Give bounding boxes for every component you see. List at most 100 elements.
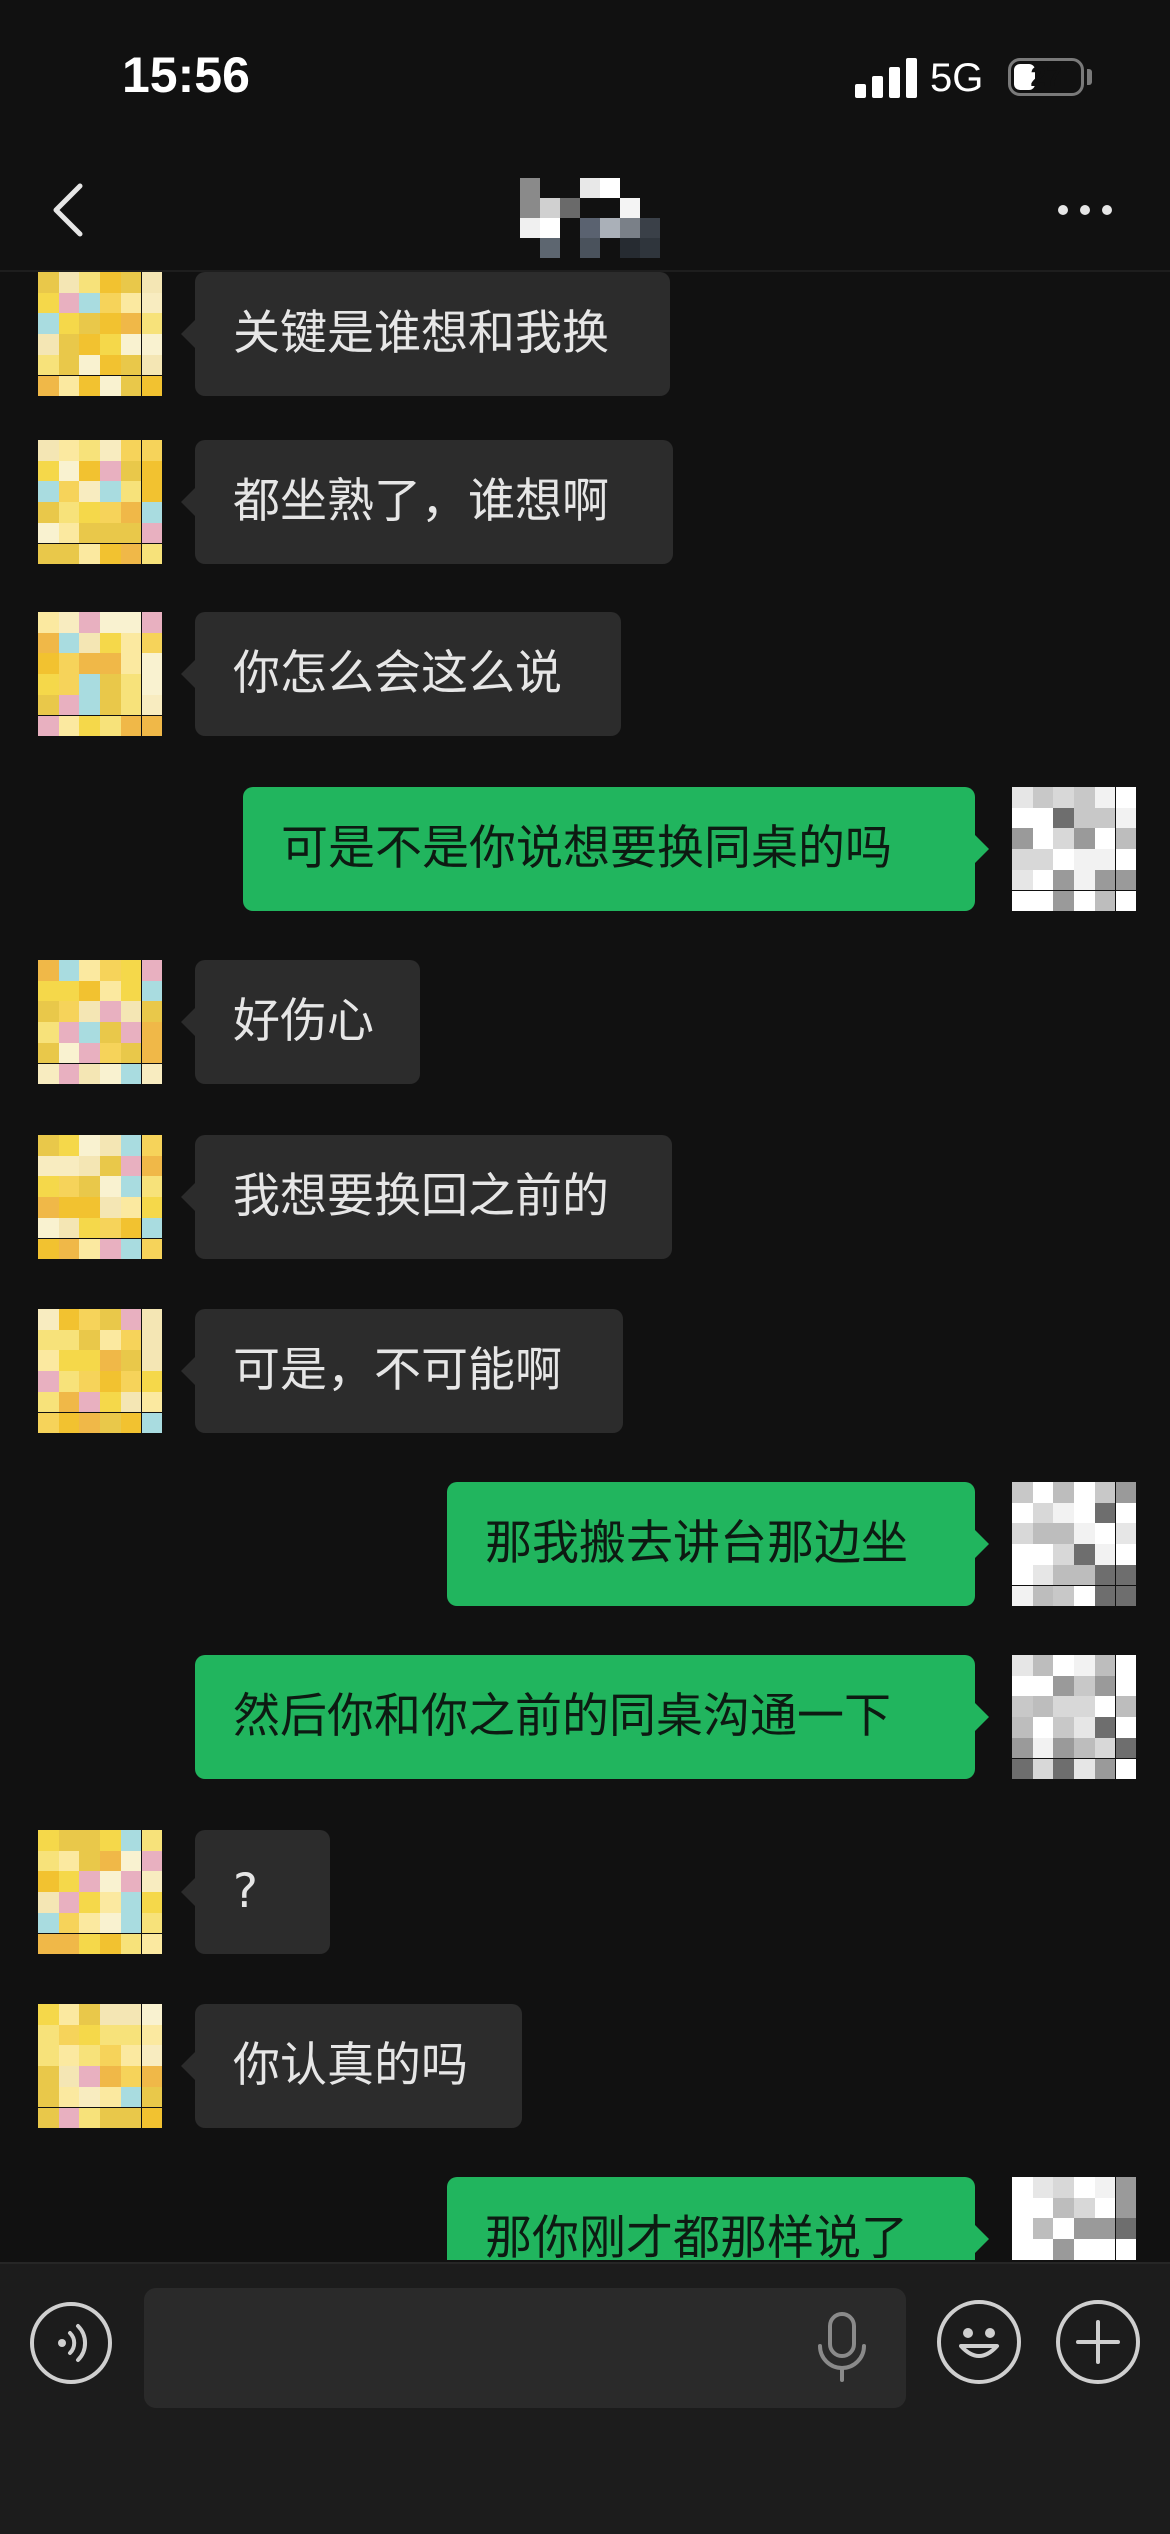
avatar-pixel xyxy=(59,2108,80,2129)
avatar-pixel xyxy=(79,293,100,314)
avatar-pixel xyxy=(79,1197,100,1218)
avatar-pixel xyxy=(59,461,80,482)
avatar-pixel xyxy=(142,481,163,502)
message-row: 那你刚才都那样说了 xyxy=(0,2177,1170,2260)
voice-mode-icon[interactable] xyxy=(30,2302,112,2384)
avatar-pixel xyxy=(38,2108,59,2129)
message-bubble[interactable]: 好伤心 xyxy=(195,960,420,1084)
message-bubble[interactable]: 你怎么会这么说 xyxy=(195,612,621,736)
message-bubble[interactable]: 都坐熟了，谁想啊 xyxy=(195,440,673,564)
avatar-pixel xyxy=(142,502,163,523)
avatar-pixel xyxy=(59,355,80,376)
avatar-pixel xyxy=(121,1156,142,1177)
chevron-left-icon[interactable] xyxy=(44,180,92,240)
avatar-pixel xyxy=(38,293,59,314)
avatar-pixel xyxy=(121,313,142,334)
avatar-pixel xyxy=(38,461,59,482)
avatar-pixel xyxy=(59,633,80,654)
avatar-pixel xyxy=(1012,1482,1033,1503)
avatar-pixel xyxy=(1033,870,1054,891)
avatar-pixel xyxy=(79,1413,100,1434)
message-bubble[interactable]: 关键是谁想和我换 xyxy=(195,272,670,396)
avatar-pixel xyxy=(100,1330,121,1351)
message-bubble[interactable]: ? xyxy=(195,1830,330,1954)
contact-avatar[interactable] xyxy=(38,440,162,564)
my-avatar[interactable] xyxy=(1012,787,1136,911)
avatar-pixel xyxy=(142,523,163,544)
avatar-pixel xyxy=(38,313,59,334)
avatar-pixel xyxy=(100,1176,121,1197)
avatar-pixel xyxy=(1116,787,1137,808)
microphone-icon[interactable] xyxy=(812,2310,872,2386)
avatar-pixel xyxy=(142,2025,163,2046)
avatar-pixel xyxy=(1053,787,1074,808)
avatar-pixel xyxy=(59,612,80,633)
my-avatar[interactable] xyxy=(1012,2177,1136,2260)
avatar-pixel xyxy=(100,440,121,461)
message-bubble[interactable]: 我想要换回之前的 xyxy=(195,1135,672,1259)
avatar-pixel xyxy=(59,272,80,293)
avatar-pixel xyxy=(142,1371,163,1392)
avatar-pixel xyxy=(38,1001,59,1022)
avatar-pixel xyxy=(1033,849,1054,870)
contact-avatar[interactable] xyxy=(38,612,162,736)
avatar-pixel xyxy=(59,523,80,544)
message-row: 可是，不可能啊 xyxy=(0,1309,1170,1459)
message-bubble[interactable]: 那你刚才都那样说了 xyxy=(447,2177,975,2260)
plus-icon[interactable] xyxy=(1056,2300,1140,2384)
avatar-pixel xyxy=(79,1913,100,1934)
avatar-pixel xyxy=(1012,849,1033,870)
contact-avatar[interactable] xyxy=(38,960,162,1084)
message-bubble[interactable]: 可是不是你说想要换同桌的吗 xyxy=(243,787,975,911)
avatar-pixel xyxy=(38,481,59,502)
contact-avatar[interactable] xyxy=(38,2004,162,2128)
avatar-pixel xyxy=(38,2087,59,2108)
my-avatar[interactable] xyxy=(1012,1655,1136,1779)
message-row: 好伤心 xyxy=(0,960,1170,1110)
message-bubble[interactable]: 那我搬去讲台那边坐 xyxy=(447,1482,975,1606)
avatar-pixel xyxy=(1012,808,1033,829)
contact-avatar[interactable] xyxy=(38,1135,162,1259)
avatar-pixel xyxy=(59,1156,80,1177)
contact-avatar[interactable] xyxy=(38,1309,162,1433)
message-bubble[interactable]: 可是，不可能啊 xyxy=(195,1309,623,1433)
avatar-pixel xyxy=(121,1218,142,1239)
avatar-pixel xyxy=(1074,891,1095,912)
avatar-pixel xyxy=(1033,1544,1054,1565)
avatar-pixel xyxy=(121,1239,142,1260)
avatar-pixel xyxy=(79,2108,100,2129)
avatar-pixel xyxy=(142,1197,163,1218)
avatar-pixel xyxy=(79,376,100,397)
message-list[interactable]: 关键是谁想和我换 都坐熟了，谁想啊 你怎么会这么说 可是不是你说想要换同桌的吗 … xyxy=(0,272,1170,2260)
avatar-pixel xyxy=(1074,1482,1095,1503)
emoji-icon[interactable] xyxy=(937,2300,1021,2384)
message-bubble[interactable]: 你认真的吗 xyxy=(195,2004,522,2128)
avatar-pixel xyxy=(1012,1738,1033,1759)
avatar-pixel xyxy=(79,523,100,544)
avatar-pixel xyxy=(121,272,142,293)
contact-avatar[interactable] xyxy=(38,1830,162,1954)
avatar-pixel xyxy=(121,544,142,565)
avatar-pixel xyxy=(142,355,163,376)
message-row: 然后你和你之前的同桌沟通一下 xyxy=(0,1655,1170,1805)
avatar-pixel xyxy=(1012,828,1033,849)
avatar-pixel xyxy=(59,1176,80,1197)
my-avatar[interactable] xyxy=(1012,1482,1136,1606)
avatar-pixel xyxy=(38,981,59,1002)
avatar-pixel xyxy=(38,612,59,633)
avatar-pixel xyxy=(38,1239,59,1260)
message-input[interactable] xyxy=(144,2288,906,2408)
avatar-pixel xyxy=(142,1176,163,1197)
avatar-pixel xyxy=(38,1064,59,1085)
message-bubble[interactable]: 然后你和你之前的同桌沟通一下 xyxy=(195,1655,975,1779)
battery-tip xyxy=(1087,69,1092,85)
avatar-pixel xyxy=(59,1851,80,1872)
more-dots-icon[interactable] xyxy=(1055,185,1115,235)
avatar-pixel xyxy=(59,1218,80,1239)
avatar-pixel xyxy=(100,716,121,737)
avatar-pixel xyxy=(142,1239,163,1260)
battery-icon: 27 xyxy=(1008,58,1084,96)
avatar-pixel xyxy=(59,1330,80,1351)
avatar-pixel xyxy=(79,1022,100,1043)
contact-avatar[interactable] xyxy=(38,272,162,396)
